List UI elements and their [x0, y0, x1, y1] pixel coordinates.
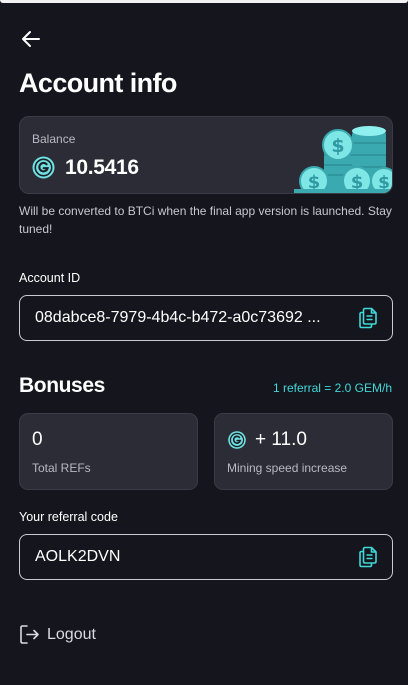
- gem-coin-icon: [228, 431, 246, 449]
- balance-row: 10.5416: [31, 155, 139, 180]
- balance-card: Balance 10.5416 $ $ $ $: [19, 116, 393, 194]
- mining-speed-value: + 11.0: [255, 429, 307, 450]
- copy-referral-code-button[interactable]: [358, 546, 378, 568]
- logout-label: Logout: [47, 625, 96, 643]
- referral-code-value: AOLK2DVN: [35, 548, 121, 565]
- referral-rate: 1 referral = 2.0 GEM/h: [272, 381, 392, 395]
- mining-speed-label: Mining speed increase: [227, 461, 348, 475]
- mining-speed-card: + 11.0 Mining speed increase: [214, 413, 393, 490]
- logout-icon: [20, 625, 39, 644]
- svg-text:$: $: [331, 135, 344, 157]
- total-refs-value: 0: [32, 429, 43, 450]
- referral-code-label: Your referral code: [19, 510, 118, 524]
- back-button[interactable]: [19, 27, 45, 51]
- coin-stacks-illustration: $ $ $ $: [294, 126, 392, 193]
- top-edge-bar: [0, 0, 408, 3]
- balance-label: Balance: [32, 132, 76, 146]
- arrow-left-icon: [22, 31, 40, 47]
- copy-account-id-button[interactable]: [358, 307, 378, 329]
- account-id-value: 08dabce8-7979-4b4c-b472-a0c73692 ...: [35, 309, 321, 326]
- total-refs-label: Total REFs: [32, 461, 91, 475]
- gem-coin-icon: [32, 156, 55, 179]
- referral-code-field[interactable]: AOLK2DVN: [19, 534, 393, 580]
- conversion-note: Will be converted to BTCi when the final…: [19, 204, 392, 236]
- page-title: Account info: [19, 68, 177, 98]
- bonuses-title: Bonuses: [19, 374, 105, 397]
- account-id-field[interactable]: 08dabce8-7979-4b4c-b472-a0c73692 ...: [19, 295, 393, 341]
- copy-icon: [359, 307, 377, 329]
- balance-value: 10.5416: [65, 155, 139, 179]
- account-id-label: Account ID: [19, 271, 81, 285]
- logout-button[interactable]: Logout: [19, 624, 96, 645]
- copy-icon: [359, 546, 377, 568]
- total-refs-card: 0 Total REFs: [19, 413, 198, 490]
